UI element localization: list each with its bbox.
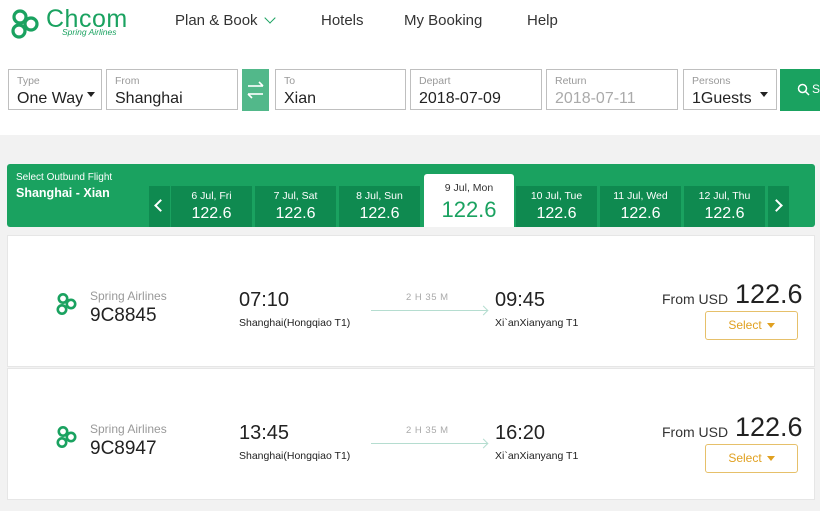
flight-card: Spring Airlines 9C8845 07:10 Shanghai(Ho…	[7, 235, 815, 367]
caret-down-icon	[760, 92, 768, 97]
departure-airport: Shanghai(Hongqiao T1)	[239, 450, 351, 462]
nav-hotels[interactable]: Hotels	[321, 12, 364, 29]
persons-value: 1Guests	[692, 90, 752, 107]
return-label: Return	[555, 75, 587, 87]
select-flight-button[interactable]: Select	[705, 311, 798, 340]
from-label: From	[115, 75, 140, 87]
swap-arrows-icon	[247, 81, 264, 99]
duration-arrow-icon	[371, 443, 487, 444]
persons-label: Persons	[692, 75, 731, 87]
date-option-date: 10 Jul, Tue	[530, 190, 583, 202]
search-icon	[797, 83, 810, 96]
persons-select[interactable]: Persons 1Guests	[683, 69, 777, 110]
date-option-1[interactable]: 7 Jul, Sat 122.6	[255, 186, 336, 227]
date-option-price: 122.6	[359, 205, 400, 222]
date-option-price: 122.6	[704, 205, 745, 222]
date-option-date: 11 Jul, Wed	[613, 190, 668, 202]
arrival-airport: Xi`anXianyang T1	[495, 450, 579, 462]
date-option-price: 122.6	[620, 205, 661, 222]
from-input[interactable]: From Shanghai	[106, 69, 238, 110]
nav-help[interactable]: Help	[527, 12, 558, 29]
search-button-label: S	[812, 82, 820, 96]
price-from-label: From USD	[662, 291, 729, 307]
select-button-label: Select	[728, 318, 762, 332]
departure-time: 13:45	[239, 422, 290, 444]
departure-time: 07:10	[239, 289, 290, 311]
duration-arrow-icon	[371, 310, 487, 311]
nav-plan-book-label: Plan & Book	[175, 12, 258, 29]
caret-down-icon	[766, 456, 775, 461]
brand-subtitle: Spring Airlines	[62, 27, 117, 37]
brand-logo[interactable]: Chcom Spring Airlines	[10, 5, 140, 40]
select-flight-button[interactable]: Select	[705, 444, 798, 473]
return-value: 2018-07-11	[555, 90, 636, 107]
route-title: Shanghai - Xian	[16, 186, 110, 200]
swap-button[interactable]	[242, 69, 269, 111]
date-option-2[interactable]: 8 Jul, Sun 122.6	[339, 186, 420, 227]
date-option-4[interactable]: 10 Jul, Tue 122.6	[516, 186, 597, 227]
date-option-date: 12 Jul, Thu	[698, 190, 751, 202]
return-date-input[interactable]: Return 2018-07-11	[546, 69, 678, 110]
flight-number: 9C8845	[90, 305, 157, 326]
flight-duration: 2 H 35 M	[406, 425, 449, 436]
caret-down-icon	[87, 92, 95, 97]
to-input[interactable]: To Xian	[275, 69, 406, 110]
date-option-0[interactable]: 6 Jul, Fri 122.6	[171, 186, 252, 227]
date-option-price: 122.6	[441, 197, 497, 222]
search-button[interactable]: S	[780, 69, 820, 111]
arrival-time: 16:20	[495, 422, 546, 444]
price-value: 122.6	[735, 279, 803, 309]
date-option-price: 122.6	[275, 205, 316, 222]
chevron-left-icon	[154, 199, 167, 212]
chevron-right-icon	[770, 199, 783, 212]
spring-airlines-icon	[56, 426, 77, 448]
to-label: To	[284, 75, 296, 87]
date-option-3-active[interactable]: 9 Jul, Mon 122.6	[424, 174, 514, 227]
date-option-date: 9 Jul, Mon	[444, 182, 494, 194]
to-value: Xian	[284, 90, 317, 107]
date-strip-label: Select Outbund Flight	[16, 172, 113, 183]
chevron-down-icon	[263, 12, 276, 24]
date-option-price: 122.6	[536, 205, 577, 222]
depart-value: 2018-07-09	[419, 90, 501, 107]
flight-number: 9C8947	[90, 438, 157, 459]
departure-airport: Shanghai(Hongqiao T1)	[239, 317, 351, 329]
arrival-airport: Xi`anXianyang T1	[495, 317, 579, 329]
prev-dates-button[interactable]	[149, 186, 170, 227]
spring-airlines-icon	[56, 293, 77, 315]
trip-type-value: One Way	[17, 90, 84, 107]
trip-type-label: Type	[17, 75, 40, 87]
top-nav-bar: Chcom Spring Airlines Plan & Book Hotels…	[0, 0, 820, 44]
nav-my-booking[interactable]: My Booking	[404, 12, 482, 29]
date-option-date: 8 Jul, Sun	[356, 190, 403, 202]
airline-name: Spring Airlines	[90, 422, 167, 436]
date-option-date: 7 Jul, Sat	[273, 190, 318, 202]
next-dates-button[interactable]	[768, 186, 789, 227]
depart-date-input[interactable]: Depart 2018-07-09	[410, 69, 542, 110]
airline-name: Spring Airlines	[90, 289, 167, 303]
depart-label: Depart	[419, 75, 451, 87]
price-from-label: From USD	[662, 424, 729, 440]
date-option-date: 6 Jul, Fri	[191, 190, 232, 202]
trip-type-select[interactable]: Type One Way	[8, 69, 102, 110]
date-option-6[interactable]: 12 Jul, Thu 122.6	[684, 186, 765, 227]
nav-plan-book[interactable]: Plan & Book	[175, 12, 276, 29]
select-button-label: Select	[728, 451, 762, 465]
from-value: Shanghai	[115, 90, 183, 107]
date-option-price: 122.6	[191, 205, 232, 222]
price-value: 122.6	[735, 412, 803, 442]
flight-card: Spring Airlines 9C8947 13:45 Shanghai(Ho…	[7, 368, 815, 500]
date-selector: Select Outbund Flight Shanghai - Xian 6 …	[7, 164, 815, 227]
date-option-5[interactable]: 11 Jul, Wed 122.6	[600, 186, 681, 227]
spring-logo-icon	[11, 9, 39, 39]
flight-duration: 2 H 35 M	[406, 292, 449, 303]
caret-down-icon	[766, 323, 775, 328]
arrival-time: 09:45	[495, 289, 546, 311]
